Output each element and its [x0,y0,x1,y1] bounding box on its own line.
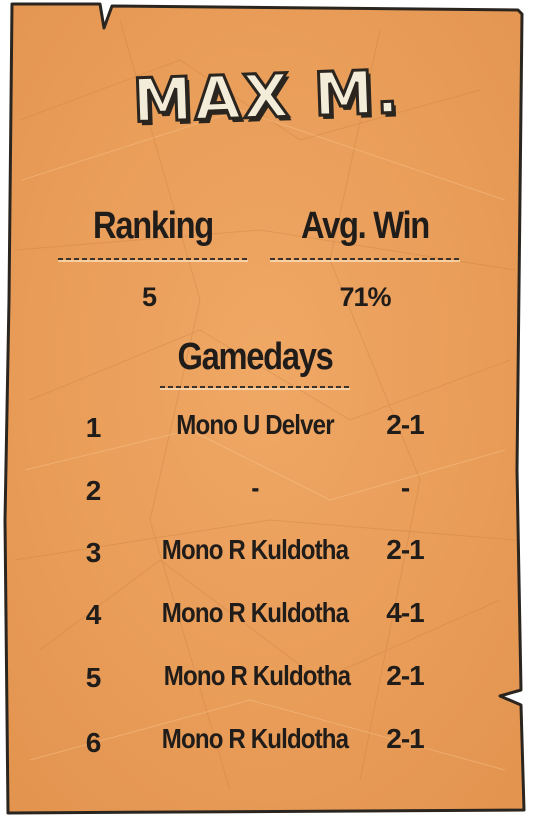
gameday-number: 6 [85,727,102,758]
gameday-deck: - [251,472,259,503]
avg-win-header: Avg. Win [301,205,430,247]
gameday-record: 2-1 [386,660,424,691]
gamedays-underline [160,386,350,388]
gameday-deck: Mono R Kuldotha [163,660,351,691]
gameday-record: - [400,472,410,503]
ranking-value: 5 [141,282,157,312]
gameday-number: 4 [85,599,102,630]
gameday-record: 2-1 [386,534,424,565]
gameday-number: 3 [85,537,102,568]
gameday-number: 5 [85,662,102,693]
gameday-deck: Mono U Delver [176,409,334,440]
gamedays-header: Gamedays [177,336,333,378]
avg-win-underline [270,258,460,260]
gameday-record: 4-1 [386,597,424,628]
gameday-number: 2 [85,475,102,506]
avg-win-value: 71% [339,282,391,312]
gameday-deck: Mono R Kuldotha [161,597,349,628]
gameday-record: 2-1 [386,723,424,754]
ranking-header: Ranking [93,205,214,247]
gameday-deck: Mono R Kuldotha [161,534,349,565]
gameday-deck: Mono R Kuldotha [161,723,349,754]
gameday-record: 2-1 [386,409,424,440]
ranking-underline [58,258,248,260]
gameday-number: 1 [85,412,102,443]
